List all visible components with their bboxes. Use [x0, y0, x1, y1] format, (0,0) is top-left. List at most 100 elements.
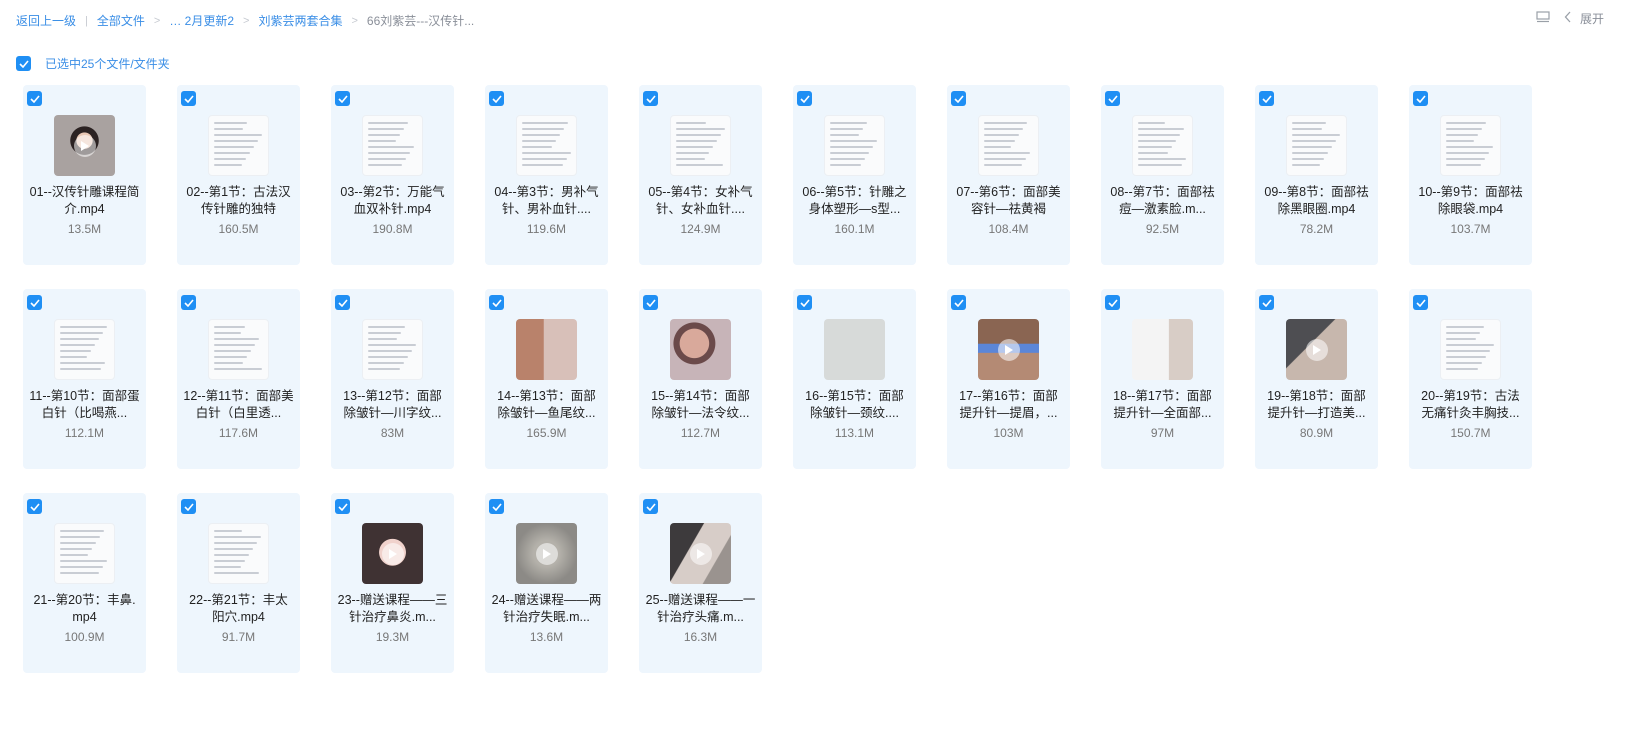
file-card[interactable]: 25--赠送课程——一针治疗头痛.m... 16.3M	[639, 493, 762, 673]
file-checkbox[interactable]	[489, 499, 504, 514]
file-size: 83M	[380, 426, 405, 440]
checkmark-icon	[799, 298, 810, 307]
file-name: 21--第20节：丰鼻.mp4	[33, 593, 136, 624]
file-name: 11--第10节：面部蛋白针（比喝燕...	[29, 389, 140, 420]
file-checkbox[interactable]	[1259, 295, 1274, 310]
file-card[interactable]: 01--汉传针雕课程简介.mp4 13.5M	[23, 85, 146, 265]
file-card[interactable]: 11--第10节：面部蛋白针（比喝燕... 112.1M	[23, 289, 146, 469]
file-thumbnail	[1440, 115, 1501, 176]
file-card[interactable]: 06--第5节：针雕之身体塑形—s型... 160.1M	[793, 85, 916, 265]
file-checkbox[interactable]	[335, 295, 350, 310]
file-size: 78.2M	[1299, 222, 1334, 236]
file-checkbox[interactable]	[181, 91, 196, 106]
play-icon	[73, 134, 96, 157]
play-icon	[381, 542, 404, 565]
file-checkbox[interactable]	[181, 499, 196, 514]
file-card[interactable]: 15--第14节：面部除皱针—法令纹... 112.7M	[639, 289, 762, 469]
chevron-right-icon: >	[153, 14, 161, 27]
file-card[interactable]: 08--第7节：面部祛痘—激素脸.m... 92.5M	[1101, 85, 1224, 265]
file-thumbnail	[670, 319, 731, 380]
file-checkbox[interactable]	[489, 295, 504, 310]
file-checkbox[interactable]	[181, 295, 196, 310]
file-checkbox[interactable]	[27, 295, 42, 310]
file-checkbox[interactable]	[951, 91, 966, 106]
checkmark-icon	[1261, 94, 1272, 103]
file-card[interactable]: 04--第3节：男补气针、男补血针.... 119.6M	[485, 85, 608, 265]
breadcrumb-collapsed-path[interactable]: … 2月更新2	[169, 12, 234, 29]
checkmark-icon	[29, 94, 40, 103]
file-card[interactable]: 20--第19节：古法无痛针灸丰胸技... 150.7M	[1409, 289, 1532, 469]
file-checkbox[interactable]	[1259, 91, 1274, 106]
file-checkbox[interactable]	[643, 499, 658, 514]
file-card[interactable]: 12--第11节：面部美白针（白里透... 117.6M	[177, 289, 300, 469]
file-size: 190.8M	[372, 222, 413, 236]
file-name: 02--第1节：古法汉传针雕的独特	[186, 185, 291, 216]
file-thumbnail	[54, 523, 115, 584]
file-card[interactable]: 07--第6节：面部美容针—祛黄褐 108.4M	[947, 85, 1070, 265]
file-card[interactable]: 19--第18节：面部提升针—打造美... 80.9M	[1255, 289, 1378, 469]
file-checkbox[interactable]	[1105, 91, 1120, 106]
file-size: 103.7M	[1450, 222, 1491, 236]
file-card[interactable]: 02--第1节：古法汉传针雕的独特 160.5M	[177, 85, 300, 265]
file-checkbox[interactable]	[1413, 295, 1428, 310]
checkmark-icon	[953, 298, 964, 307]
file-thumbnail	[1132, 319, 1193, 380]
file-size: 160.5M	[218, 222, 259, 236]
file-name: 22--第21节：丰太阳穴.mp4	[189, 593, 288, 624]
file-thumbnail	[978, 319, 1039, 380]
file-name: 09--第8节：面部祛除黑眼圈.mp4	[1264, 185, 1369, 216]
file-name: 08--第7节：面部祛痘—激素脸.m...	[1110, 185, 1215, 216]
file-card[interactable]: 05--第4节：女补气针、女补血针.... 124.9M	[639, 85, 762, 265]
play-icon	[1305, 338, 1328, 361]
back-link[interactable]: 返回上一级	[16, 12, 76, 29]
file-checkbox[interactable]	[643, 91, 658, 106]
checkmark-icon	[183, 502, 194, 511]
file-thumbnail	[362, 523, 423, 584]
file-checkbox[interactable]	[335, 499, 350, 514]
expand-button[interactable]: 展开	[1564, 10, 1604, 27]
file-checkbox[interactable]	[951, 295, 966, 310]
file-size: 160.1M	[834, 222, 875, 236]
file-card[interactable]: 18--第17节：面部提升针—全面部... 97M	[1101, 289, 1224, 469]
file-checkbox[interactable]	[27, 91, 42, 106]
file-card[interactable]: 03--第2节：万能气血双补针.mp4 190.8M	[331, 85, 454, 265]
file-card[interactable]: 24--赠送课程——两针治疗失眠.m... 13.6M	[485, 493, 608, 673]
breadcrumb-folder[interactable]: 刘紫芸两套合集	[258, 12, 342, 29]
checkmark-icon	[645, 298, 656, 307]
file-card[interactable]: 23--赠送课程——三针治疗鼻炎.m... 19.3M	[331, 493, 454, 673]
file-thumbnail	[54, 319, 115, 380]
select-all-checkbox[interactable]	[16, 56, 31, 71]
file-checkbox[interactable]	[1413, 91, 1428, 106]
file-checkbox[interactable]	[797, 91, 812, 106]
checkmark-icon	[799, 94, 810, 103]
file-name: 20--第19节：古法无痛针灸丰胸技...	[1421, 389, 1520, 420]
file-checkbox[interactable]	[489, 91, 504, 106]
file-card[interactable]: 13--第12节：面部除皱针—川字纹... 83M	[331, 289, 454, 469]
file-checkbox[interactable]	[1105, 295, 1120, 310]
file-thumbnail	[1132, 115, 1193, 176]
breadcrumb: 返回上一级 | 全部文件 > … 2月更新2 > 刘紫芸两套合集 > 66刘紫芸…	[16, 12, 474, 29]
checkmark-icon	[18, 59, 29, 68]
file-checkbox[interactable]	[797, 295, 812, 310]
file-name: 01--汉传针雕课程简介.mp4	[29, 185, 140, 216]
file-thumbnail	[516, 319, 577, 380]
file-card[interactable]: 17--第16节：面部提升针—提眉，... 103M	[947, 289, 1070, 469]
file-card[interactable]: 21--第20节：丰鼻.mp4 100.9M	[23, 493, 146, 673]
play-icon	[997, 338, 1020, 361]
file-card[interactable]: 22--第21节：丰太阳穴.mp4 91.7M	[177, 493, 300, 673]
file-checkbox[interactable]	[335, 91, 350, 106]
file-checkbox[interactable]	[643, 295, 658, 310]
file-thumbnail	[978, 115, 1039, 176]
file-card[interactable]: 14--第13节：面部除皱针—鱼尾纹... 165.9M	[485, 289, 608, 469]
file-checkbox[interactable]	[27, 499, 42, 514]
file-card[interactable]: 10--第9节：面部祛除眼袋.mp4 103.7M	[1409, 85, 1532, 265]
file-size: 13.6M	[529, 630, 564, 644]
checkmark-icon	[29, 502, 40, 511]
file-size: 103M	[993, 426, 1024, 440]
file-size: 119.6M	[526, 222, 567, 236]
file-card[interactable]: 09--第8节：面部祛除黑眼圈.mp4 78.2M	[1255, 85, 1378, 265]
file-card[interactable]: 16--第15节：面部除皱针—颈纹.... 113.1M	[793, 289, 916, 469]
breadcrumb-all-files[interactable]: 全部文件	[97, 12, 145, 29]
file-thumbnail	[208, 115, 269, 176]
view-toggle-icon[interactable]	[1536, 10, 1550, 27]
